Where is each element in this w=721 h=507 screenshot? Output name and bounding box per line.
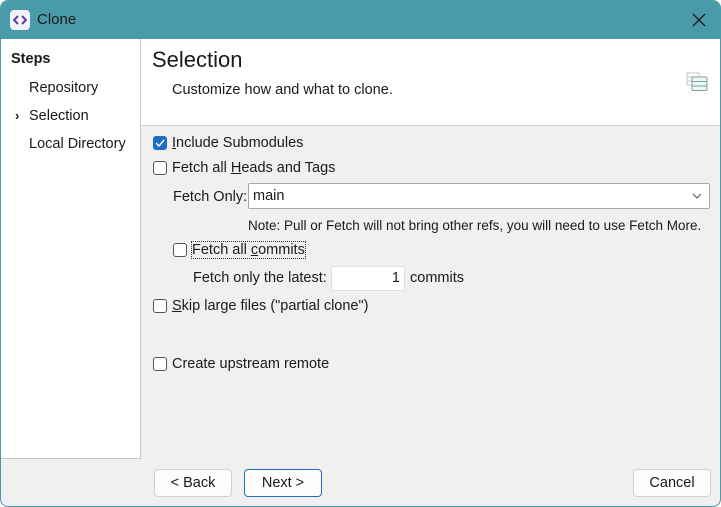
close-icon (692, 13, 706, 27)
clone-dialog: Clone Steps Repository › Selection Local… (0, 0, 721, 507)
code-brackets-icon (10, 10, 30, 30)
fetch-latest-label: Fetch only the latest: (193, 270, 327, 286)
cancel-button[interactable]: Cancel (633, 469, 711, 497)
create-upstream-remote-checkbox[interactable]: Create upstream remote (153, 356, 329, 372)
step-local-directory[interactable]: Local Directory (29, 136, 126, 152)
page-header: Selection Customize how and what to clon… (141, 39, 720, 126)
steps-sidebar: Steps Repository › Selection Local Direc… (1, 39, 141, 459)
current-step-chevron-icon: › (15, 108, 20, 123)
commits-suffix-label: commits (410, 270, 464, 286)
fetch-only-dropdown[interactable]: main (248, 183, 710, 209)
title-bar: Clone (1, 1, 720, 39)
step-repository[interactable]: Repository (29, 80, 98, 96)
close-button[interactable] (686, 7, 712, 33)
fetch-note: Note: Pull or Fetch will not bring other… (248, 218, 702, 233)
checkbox-box[interactable] (153, 299, 167, 313)
fetch-only-value: main (253, 188, 285, 204)
checkbox-box[interactable] (153, 357, 167, 371)
checkbox-box[interactable] (153, 161, 167, 175)
stacked-list-icon (686, 72, 708, 96)
checkbox-box[interactable] (153, 136, 167, 150)
back-button[interactable]: < Back (154, 469, 232, 497)
fetch-all-heads-checkbox[interactable]: Fetch all Heads and Tags (153, 160, 335, 176)
include-submodules-checkbox[interactable]: Include Submodules (153, 135, 303, 151)
steps-title: Steps (11, 51, 51, 67)
page-subtitle: Customize how and what to clone. (172, 82, 393, 98)
fetch-all-commits-checkbox[interactable]: Fetch all commits (173, 241, 306, 259)
skip-large-files-checkbox[interactable]: Skip large files ("partial clone") (153, 298, 368, 314)
chevron-down-icon (691, 190, 703, 206)
checkbox-box[interactable] (173, 243, 187, 257)
window-title: Clone (37, 11, 77, 28)
fetch-depth-input[interactable]: 1 (331, 266, 405, 291)
next-button[interactable]: Next > (244, 469, 322, 497)
fetch-only-label: Fetch Only: (173, 189, 248, 205)
page-title: Selection (152, 47, 243, 72)
step-selection[interactable]: Selection (29, 108, 89, 124)
